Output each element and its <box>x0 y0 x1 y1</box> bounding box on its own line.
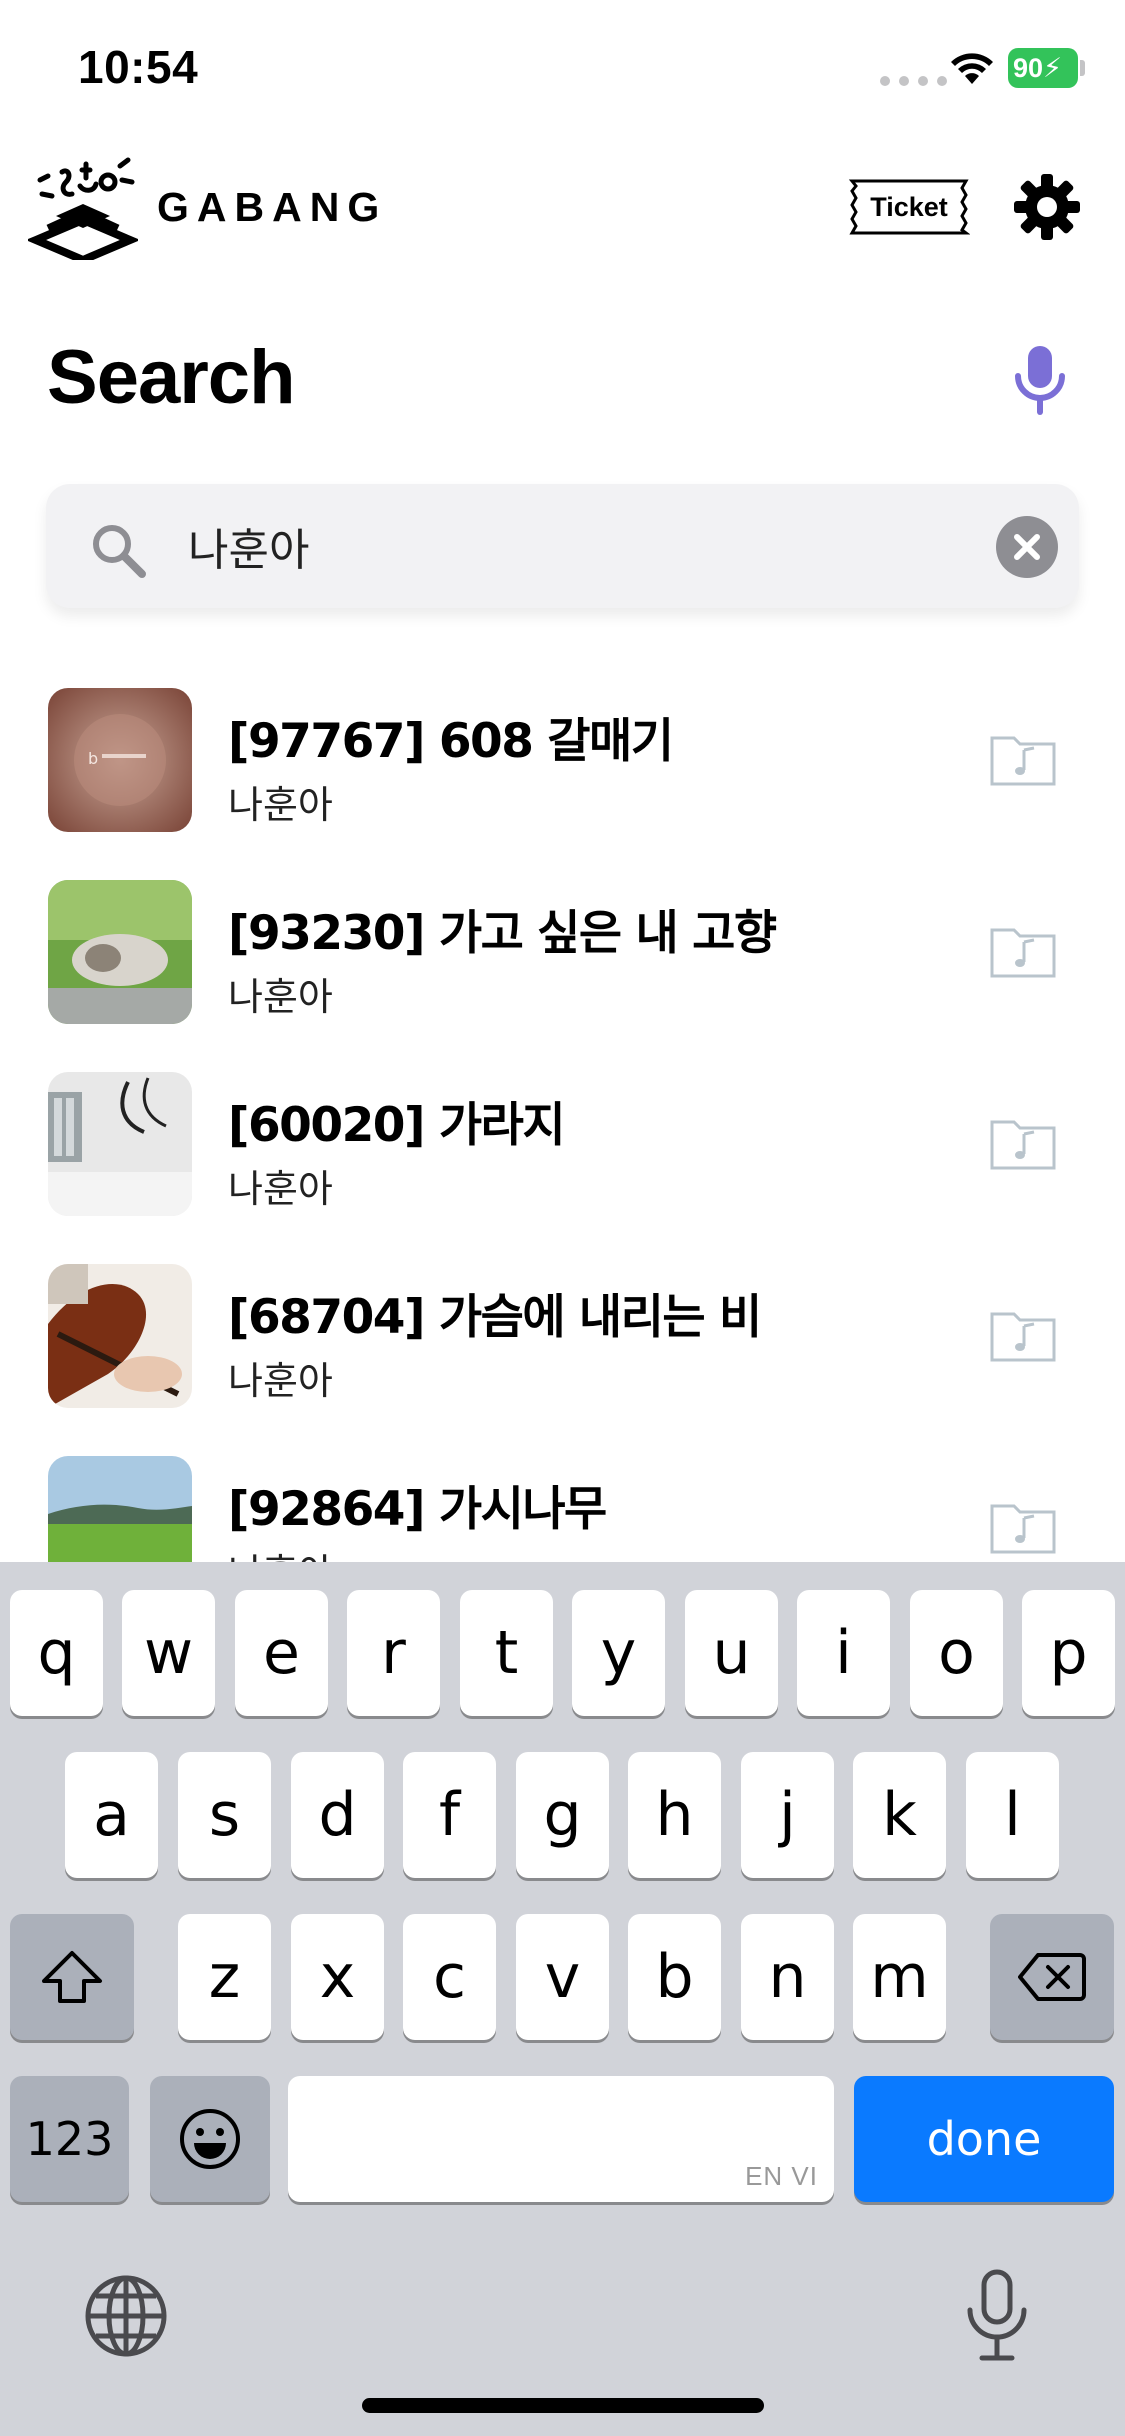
app-header: GABANG Ticket <box>0 150 1125 270</box>
key-l[interactable]: l <box>966 1752 1059 1878</box>
status-bar: 10:54 90 ⚡ <box>0 0 1125 140</box>
song-artist: 나훈아 <box>228 1542 333 1562</box>
list-item[interactable]: [92864] 가시나무 나훈아 <box>0 1442 1125 1562</box>
charging-bolt-icon: ⚡ <box>1043 52 1063 83</box>
cellular-signal-icon <box>880 76 947 86</box>
home-indicator[interactable] <box>362 2398 764 2413</box>
key-z[interactable]: z <box>178 1914 271 2040</box>
search-input[interactable] <box>188 514 1008 578</box>
key-h[interactable]: h <box>628 1752 721 1878</box>
key-c[interactable]: c <box>403 1914 496 2040</box>
song-title: [60020] 가라지 <box>228 1098 566 1153</box>
album-thumbnail <box>48 1456 192 1562</box>
music-folder-icon[interactable] <box>990 1502 1056 1554</box>
emoji-icon <box>180 2109 240 2169</box>
key-r[interactable]: r <box>347 1590 440 1716</box>
song-artist: 나훈아 <box>228 1167 333 1211</box>
key-k[interactable]: k <box>853 1752 946 1878</box>
gear-icon[interactable] <box>1012 172 1082 242</box>
key-d[interactable]: d <box>291 1752 384 1878</box>
album-thumbnail <box>48 880 192 1024</box>
music-folder-icon[interactable] <box>990 734 1056 786</box>
space-language-hint: EN VI <box>745 2161 818 2191</box>
search-bar <box>46 484 1079 608</box>
gabang-logo-icon <box>28 157 138 260</box>
music-folder-icon[interactable] <box>990 1310 1056 1362</box>
globe-icon[interactable] <box>82 2272 170 2360</box>
search-results-list: b [97767] 608 갈매기 나훈아 [93230] 가고 싶은 내 고향… <box>0 660 1125 1562</box>
key-g[interactable]: g <box>516 1752 609 1878</box>
backspace-icon <box>1018 1953 1086 2001</box>
status-time: 10:54 <box>78 41 199 93</box>
key-q[interactable]: q <box>10 1590 103 1716</box>
key-m[interactable]: m <box>853 1914 946 2040</box>
shift-key[interactable] <box>10 1914 134 2040</box>
emoji-key[interactable] <box>150 2076 270 2202</box>
album-thumbnail: b <box>48 688 192 832</box>
dictation-microphone-icon[interactable] <box>962 2268 1032 2364</box>
key-t[interactable]: t <box>460 1590 553 1716</box>
key-o[interactable]: o <box>910 1590 1003 1716</box>
key-b[interactable]: b <box>628 1914 721 2040</box>
battery-cap <box>1080 60 1085 76</box>
key-x[interactable]: x <box>291 1914 384 2040</box>
key-n[interactable]: n <box>741 1914 834 2040</box>
key-y[interactable]: y <box>572 1590 665 1716</box>
numbers-key[interactable]: 123 <box>10 2076 129 2202</box>
space-key[interactable]: EN VI <box>288 2076 834 2202</box>
microphone-icon[interactable] <box>1010 344 1070 416</box>
onscreen-keyboard: q w e r t y u i o p a s d f g h j k l z … <box>0 1562 1125 2436</box>
song-artist: 나훈아 <box>228 975 333 1019</box>
clear-icon <box>1014 534 1040 560</box>
list-item[interactable]: [60020] 가라지 나훈아 <box>0 1058 1125 1250</box>
key-w[interactable]: w <box>122 1590 215 1716</box>
key-p[interactable]: p <box>1022 1590 1115 1716</box>
search-icon <box>93 525 146 578</box>
key-s[interactable]: s <box>178 1752 271 1878</box>
list-item[interactable]: [93230] 가고 싶은 내 고향 나훈아 <box>0 866 1125 1058</box>
key-f[interactable]: f <box>403 1752 496 1878</box>
backspace-key[interactable] <box>990 1914 1114 2040</box>
music-folder-icon[interactable] <box>990 1118 1056 1170</box>
key-e[interactable]: e <box>235 1590 328 1716</box>
key-u[interactable]: u <box>685 1590 778 1716</box>
clear-search-button[interactable] <box>996 516 1058 578</box>
list-item[interactable]: [68704] 가슴에 내리는 비 나훈아 <box>0 1250 1125 1442</box>
battery-indicator: 90 ⚡ <box>1008 48 1078 88</box>
done-key[interactable]: done <box>854 2076 1114 2202</box>
wifi-icon <box>951 53 993 84</box>
song-artist: 나훈아 <box>228 783 333 827</box>
album-thumbnail <box>48 1264 192 1408</box>
song-title: [68704] 가슴에 내리는 비 <box>228 1290 762 1345</box>
album-thumbnail <box>48 1072 192 1216</box>
song-artist: 나훈아 <box>228 1359 333 1403</box>
song-title: [97767] 608 갈매기 <box>228 714 674 769</box>
key-a[interactable]: a <box>65 1752 158 1878</box>
list-item[interactable]: b [97767] 608 갈매기 나훈아 <box>0 674 1125 866</box>
ticket-button[interactable]: Ticket <box>848 178 970 236</box>
key-v[interactable]: v <box>516 1914 609 2040</box>
key-j[interactable]: j <box>741 1752 834 1878</box>
app-logo-text: GABANG <box>157 184 388 230</box>
shift-icon <box>42 1951 102 2003</box>
page-title: Search <box>47 335 295 420</box>
song-title: [92864] 가시나무 <box>228 1482 607 1537</box>
song-title: [93230] 가고 싶은 내 고향 <box>228 906 777 961</box>
key-i[interactable]: i <box>797 1590 890 1716</box>
ticket-label: Ticket <box>870 192 948 222</box>
svg-text:b: b <box>88 749 98 768</box>
music-folder-icon[interactable] <box>990 926 1056 978</box>
battery-level: 90 <box>1013 52 1044 83</box>
